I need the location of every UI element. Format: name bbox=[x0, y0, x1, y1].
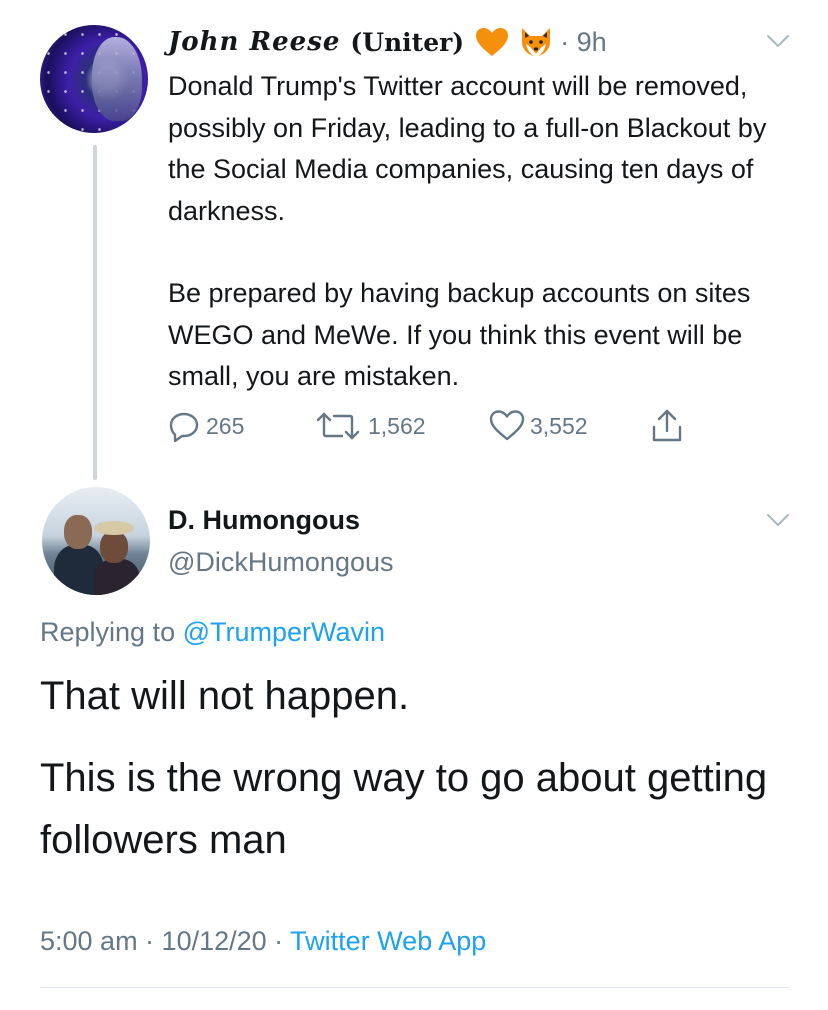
retweet-count: 1,562 bbox=[368, 412, 426, 439]
avatar-figure bbox=[100, 531, 128, 563]
like-count: 3,552 bbox=[530, 412, 588, 439]
tweet-metadata: 5:00 am · 10/12/20 · Twitter Web App bbox=[40, 921, 486, 961]
avatar-hat bbox=[94, 521, 134, 535]
tweet-actions-bar: 265 1,562 3,552 bbox=[166, 405, 706, 447]
like-button[interactable]: 3,552 bbox=[488, 405, 588, 447]
avatar-figure bbox=[94, 559, 140, 595]
reply-text-paragraph: That will not happen. bbox=[40, 674, 410, 718]
chevron-down-icon[interactable] bbox=[766, 513, 790, 527]
reply-tweet-text: That will not happen. This is the wrong … bbox=[40, 665, 800, 871]
avatar-john-reese[interactable] bbox=[40, 25, 148, 133]
avatar-figure bbox=[64, 515, 92, 549]
share-icon bbox=[652, 409, 682, 442]
parent-tweet-text: Donald Trump's Twitter account will be r… bbox=[168, 66, 798, 398]
reply-button[interactable]: 265 bbox=[166, 405, 244, 447]
heart-icon bbox=[489, 410, 525, 441]
reply-icon bbox=[169, 412, 199, 443]
chevron-down-icon[interactable] bbox=[766, 34, 790, 48]
tweet-timestamp[interactable]: 5:00 am · 10/12/20 · bbox=[40, 926, 283, 956]
author-name-script: John Reese bbox=[168, 27, 341, 57]
reply-author-block[interactable]: D. Humongous @DickHumongous bbox=[168, 500, 394, 582]
retweet-button[interactable]: 1,562 bbox=[314, 405, 426, 447]
divider bbox=[40, 987, 790, 988]
fox-icon bbox=[522, 28, 551, 56]
orange-heart-icon bbox=[476, 28, 509, 56]
parent-text-paragraph: Be prepared by having backup accounts on… bbox=[168, 278, 751, 391]
reply-display-name[interactable]: D. Humongous bbox=[168, 500, 394, 540]
source-app-link[interactable]: Twitter Web App bbox=[290, 926, 486, 956]
avatar-d-humongous[interactable] bbox=[42, 487, 150, 595]
thread-connector-line bbox=[93, 145, 97, 480]
author-name-suffix: (Uniter) bbox=[350, 27, 465, 57]
avatar-face bbox=[92, 37, 142, 121]
tweet-time[interactable]: · 9h bbox=[560, 27, 607, 58]
reply-text-paragraph: This is the wrong way to go about gettin… bbox=[40, 756, 768, 862]
parent-author-row[interactable]: John Reese (Uniter) · 9h bbox=[168, 22, 607, 62]
reply-count: 265 bbox=[206, 412, 245, 439]
replying-to-link[interactable]: @TrumperWavin bbox=[183, 617, 385, 647]
replying-to-line: Replying to @TrumperWavin bbox=[40, 612, 385, 652]
parent-text-paragraph: Donald Trump's Twitter account will be r… bbox=[168, 71, 767, 226]
share-button[interactable] bbox=[650, 405, 684, 447]
replying-prefix: Replying to bbox=[40, 617, 176, 647]
reply-handle[interactable]: @DickHumongous bbox=[168, 542, 394, 582]
retweet-icon bbox=[316, 412, 360, 440]
